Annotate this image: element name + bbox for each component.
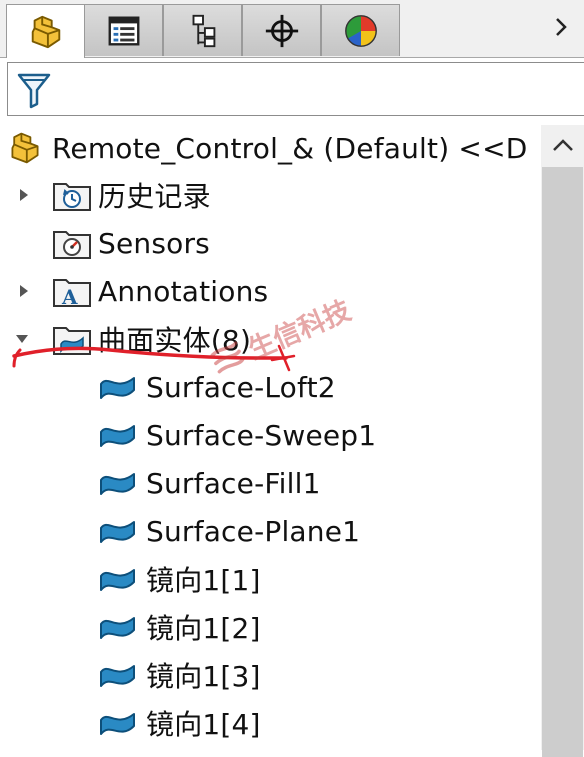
tree-item-label: Surface-Fill1 <box>146 466 321 500</box>
crosshair-icon <box>265 14 298 47</box>
vertical-scrollbar[interactable] <box>541 125 584 757</box>
tab-scroll-right-button[interactable] <box>548 12 574 42</box>
tree-root-label: Remote_Control_& (Default) <<D <box>52 131 528 165</box>
surface-body-icon <box>100 377 135 399</box>
tab-configuration-manager[interactable] <box>163 4 242 56</box>
tree-item-history[interactable]: 历史记录 <box>0 175 540 215</box>
surface-body-icon <box>100 473 135 495</box>
color-pie-icon <box>344 14 377 47</box>
expand-arrow-icon[interactable] <box>16 187 32 203</box>
tree-item-label: Surface-Plane1 <box>146 514 361 548</box>
sensors-folder-icon <box>53 231 91 259</box>
expand-arrow-icon[interactable] <box>16 283 32 299</box>
tab-dimxpert-manager[interactable] <box>242 4 321 56</box>
surface-body-icon <box>100 713 135 735</box>
surface-body-icon <box>100 569 135 591</box>
configuration-icon <box>192 14 215 47</box>
tree-item-label: 镜向1[4] <box>146 708 261 741</box>
surface-body-icon <box>100 425 135 447</box>
surface-body-icon <box>100 665 135 687</box>
surface-body-icon <box>100 521 135 543</box>
tree-item-label: 镜向1[3] <box>146 660 261 693</box>
history-folder-icon <box>53 183 91 211</box>
tree-item-label: Annotations <box>98 274 269 308</box>
surface-body-item[interactable]: 镜向1[4] <box>0 703 540 743</box>
tree-item-label: 历史记录 <box>98 180 211 213</box>
funnel-filter-icon <box>17 73 51 109</box>
tab-property-manager[interactable] <box>84 4 163 56</box>
surface-body-item[interactable]: Surface-Fill1 <box>0 463 540 503</box>
tree-item-label: 镜向1[2] <box>146 612 261 645</box>
feature-tree: Remote_Control_& (Default) <<D 历史记录 Sens… <box>0 120 584 750</box>
tree-root-item[interactable]: Remote_Control_& (Default) <<D <box>6 128 528 168</box>
surface-body-item[interactable]: Surface-Sweep1 <box>0 415 540 455</box>
surface-body-item[interactable]: Surface-Loft2 <box>0 367 540 407</box>
chevron-right-icon <box>556 18 567 36</box>
tree-item-label: Surface-Loft2 <box>146 370 336 404</box>
tab-feature-manager[interactable] <box>6 4 85 58</box>
surface-body-item[interactable]: Surface-Plane1 <box>0 511 540 551</box>
tree-item-sensors[interactable]: Sensors <box>0 223 540 263</box>
chevron-up-icon <box>552 139 573 151</box>
tree-item-label: Surface-Sweep1 <box>146 418 377 452</box>
tree-item-label: Sensors <box>98 226 210 260</box>
tab-display-manager[interactable] <box>321 4 400 56</box>
collapse-arrow-icon[interactable] <box>14 331 30 347</box>
surface-body-item[interactable]: 镜向1[2] <box>0 607 540 647</box>
tree-item-label: 镜向1[1] <box>146 564 261 597</box>
tree-item-annotations[interactable]: A Annotations <box>0 271 540 311</box>
scroll-thumb[interactable] <box>542 167 583 757</box>
manager-tab-strip <box>0 0 584 58</box>
annotations-folder-icon: A <box>53 279 91 308</box>
surface-body-item[interactable]: 镜向1[1] <box>0 559 540 599</box>
property-list-icon <box>108 16 139 45</box>
part-icon <box>11 132 39 164</box>
surface-bodies-folder-icon <box>53 327 91 355</box>
surface-body-icon <box>100 617 135 639</box>
svg-text:A: A <box>61 285 78 308</box>
surface-body-item[interactable]: 镜向1[3] <box>0 655 540 695</box>
tree-filter-box[interactable] <box>7 62 584 116</box>
scroll-up-button[interactable] <box>541 125 584 165</box>
part-icon <box>31 15 60 48</box>
